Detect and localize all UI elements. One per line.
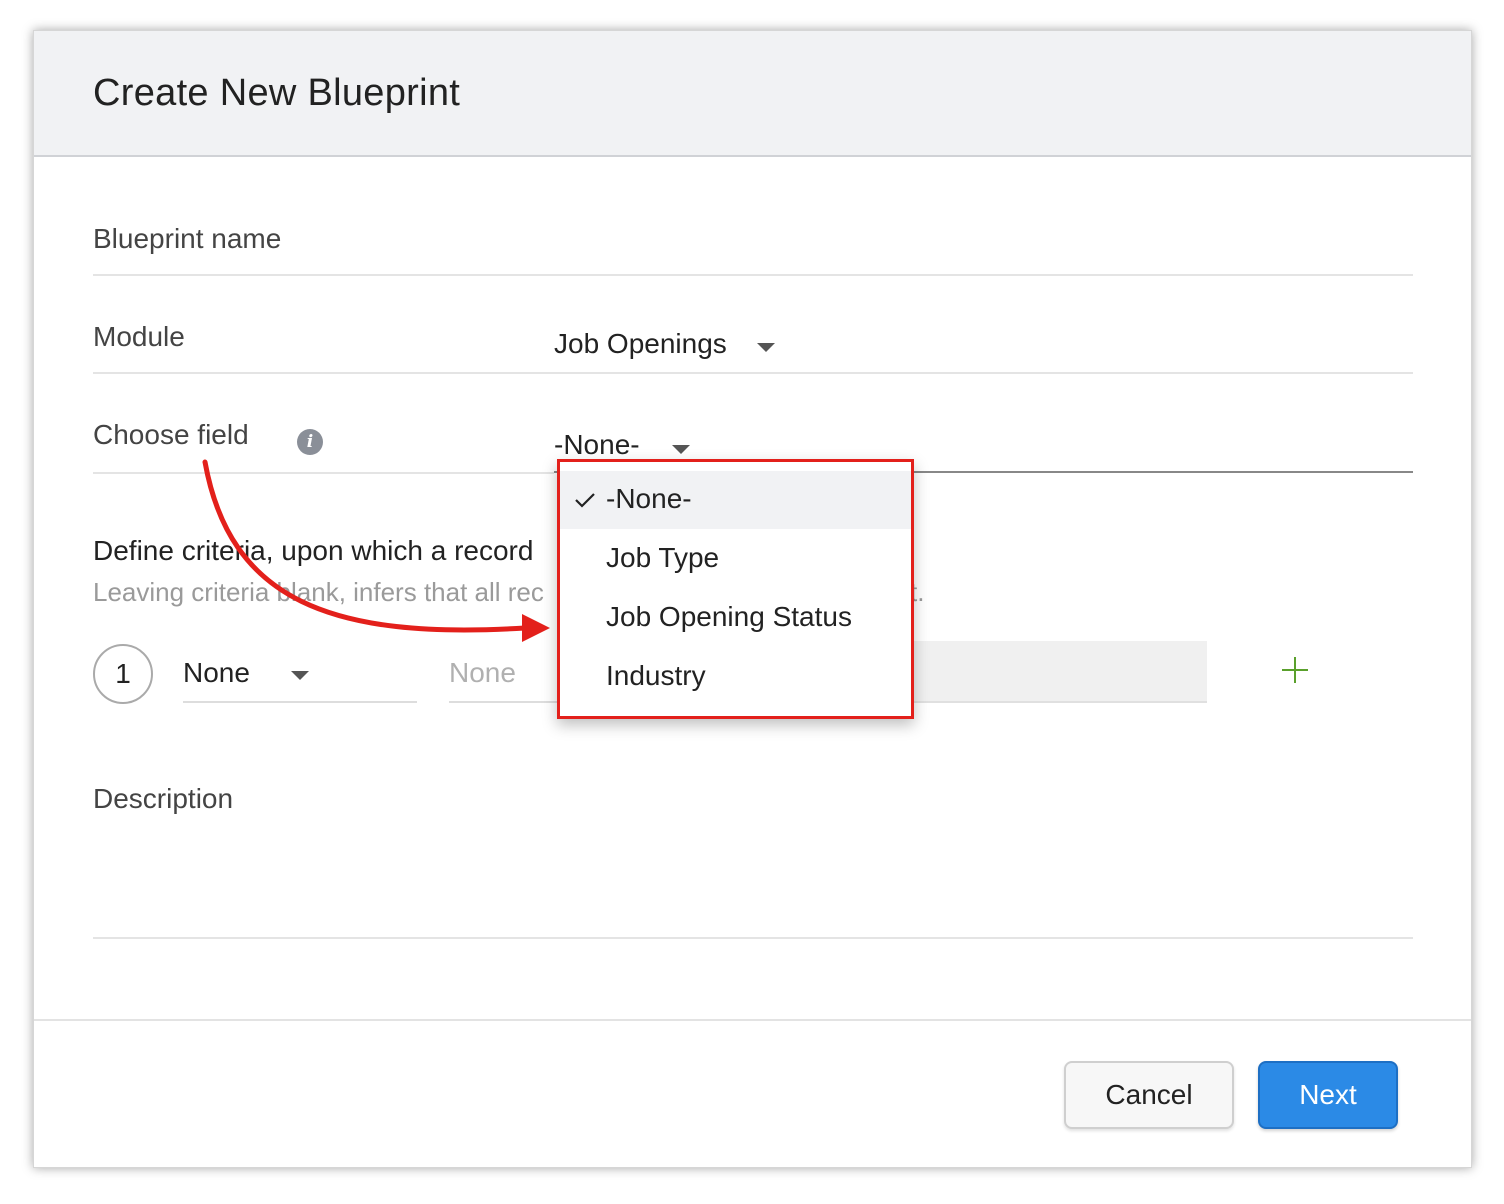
divider xyxy=(93,937,1413,939)
dropdown-item-label: -None- xyxy=(606,483,692,514)
divider xyxy=(93,274,1413,276)
criteria-subtitle: Leaving criteria blank, infers that all … xyxy=(93,577,544,607)
dropdown-item-none[interactable]: -None- xyxy=(560,471,911,529)
module-label: Module xyxy=(93,321,185,352)
choose-field-select-value: -None- xyxy=(554,429,640,460)
next-button[interactable]: Next xyxy=(1258,1061,1398,1129)
criteria-row-number: 1 xyxy=(93,644,153,704)
cancel-button[interactable]: Cancel xyxy=(1064,1061,1234,1129)
footer-divider xyxy=(34,1019,1471,1021)
choose-field-dropdown: -None- Job Type Job Opening Status Indus… xyxy=(557,459,914,719)
chevron-down-icon xyxy=(757,343,775,352)
criteria-field-select[interactable]: None xyxy=(183,643,417,703)
module-select-value: Job Openings xyxy=(554,328,727,359)
divider xyxy=(93,472,554,474)
divider xyxy=(93,372,1413,374)
chevron-down-icon xyxy=(291,671,309,680)
criteria-operator-placeholder: None xyxy=(449,657,516,688)
choose-field-label: Choose field xyxy=(93,419,249,450)
blueprint-name-input[interactable] xyxy=(534,216,1413,274)
plus-icon[interactable] xyxy=(1282,657,1308,683)
check-icon xyxy=(575,493,595,508)
info-icon[interactable]: i xyxy=(297,429,323,455)
dropdown-item-label: Job Opening Status xyxy=(606,601,852,632)
dropdown-item-job-opening-status[interactable]: Job Opening Status xyxy=(560,589,911,647)
dropdown-item-label: Job Type xyxy=(606,542,720,573)
dialog-title: Create New Blueprint xyxy=(93,72,461,114)
dropdown-item-job-type[interactable]: Job Type xyxy=(560,530,911,588)
criteria-field-value: None xyxy=(183,657,250,688)
description-input[interactable] xyxy=(534,776,1413,936)
dialog-header: Create New Blueprint xyxy=(34,31,1471,157)
criteria-value-input[interactable] xyxy=(914,641,1207,703)
blueprint-name-label: Blueprint name xyxy=(93,223,282,254)
dropdown-item-label: Industry xyxy=(606,660,706,691)
criteria-operator-select[interactable]: None xyxy=(449,643,559,703)
description-label: Description xyxy=(93,783,234,814)
dropdown-item-industry[interactable]: Industry xyxy=(560,648,911,706)
module-select[interactable]: Job Openings xyxy=(554,321,814,371)
criteria-title: Define criteria, upon which a record xyxy=(93,535,534,566)
chevron-down-icon xyxy=(672,445,690,454)
